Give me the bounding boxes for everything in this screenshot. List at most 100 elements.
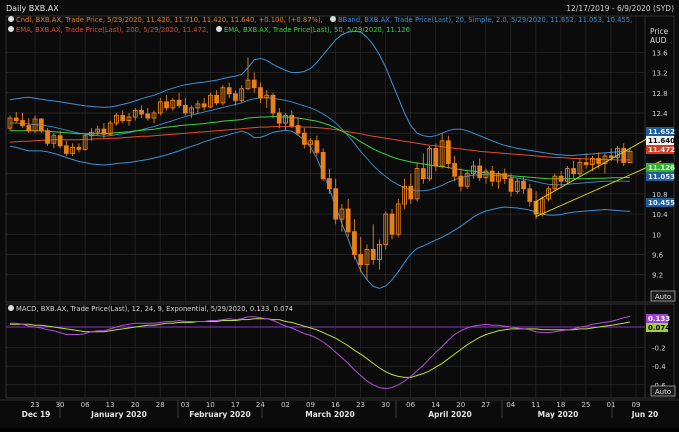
candle-down [76,146,82,150]
x-tick-label: 03 [181,401,190,409]
price-badge-label: 10.455 [648,199,675,207]
x-tick-label: 09 [306,401,315,409]
x-tick-label: 09 [632,401,641,409]
x-tick-label: 11 [531,401,540,409]
x-month-label: Dec 19 [22,410,51,419]
candle-down [389,213,395,235]
x-tick-label: 10 [206,401,215,409]
candle-down [477,165,483,179]
date-range: 12/17/2019 - 6/9/2020 (SYD) [566,4,674,13]
candle-down [571,168,577,175]
price-tick-label: 10.4 [652,211,668,219]
candle-down [458,175,464,187]
candle-down [226,87,232,95]
price-tick-label: 10 [652,231,661,239]
price-tick-label: 12.4 [652,110,668,118]
x-month-label: March 2020 [305,410,355,419]
candle-down [120,115,126,122]
candle-down [164,101,169,109]
candle-down [596,158,602,164]
candle-down [45,130,50,144]
macd-badge-label: 0.074 [648,324,670,332]
candle-down [289,115,295,127]
auto-button-main[interactable]: Auto [650,290,676,302]
candle-down [63,145,69,154]
macd-tick-label: -0.2 [652,345,666,353]
candle-down [233,93,238,101]
candle-down [20,120,25,127]
price-badge-label: 11.053 [648,173,675,181]
price-tick-label: 9.6 [652,252,664,260]
candle-down [433,147,439,167]
legend-item: Cndl, BXB.AX, Trade Price, 5/29/2020, 11… [16,16,323,24]
x-tick-label: 06 [406,401,415,409]
candle-down [26,125,32,132]
macd-legend-item: MACD, BXB.AX, Trade Price(Last), 12, 24,… [16,305,293,313]
candle-down [101,128,107,135]
legend-settings-icon [330,16,336,22]
x-tick-label: 04 [506,401,515,409]
macd-badge-label: 0.133 [648,315,670,323]
x-tick-label: 02 [281,401,290,409]
chart-window: 23 30 06 13 20 28 03 10 17 24 02 09 16 23 30 06 14 20 27 04… [0,0,679,428]
price-tick-label: 9.2 [652,272,663,280]
candle-down [502,173,508,180]
x-month-label: February 2020 [189,410,250,419]
candle-down [452,163,458,177]
x-tick-label: 23 [356,401,365,409]
x-tick-label: 25 [581,401,590,409]
candle-down [270,94,276,114]
legend-item: EMA, BXB.AX, Trade Price(Last), 50, 5/29… [224,26,410,34]
candle-down [521,180,526,190]
x-tick-label: 06 [81,401,90,409]
price-tick-label: 13.2 [652,70,668,78]
price-badge-label: 11.126 [648,164,675,172]
candle-down [145,113,151,119]
x-tick-label: 30 [381,401,390,409]
candle-down [583,162,589,165]
legend-item: EMA, BXB.AX, Trade Price(Last), 200, 5/2… [16,26,208,34]
candle-down [320,151,326,180]
candle-down [314,140,320,153]
candle-down [327,178,332,190]
x-tick-label: 01 [606,401,615,409]
legend-settings-icon [8,26,14,32]
legend-settings-icon [8,305,14,311]
legend-settings-icon [8,16,14,22]
price-badge-label: 11.472 [648,146,675,154]
auto-label-macd: Auto [655,388,671,396]
candle-down [38,118,44,132]
chart-title: Daily BXB.AX [6,4,59,13]
candle-down [527,188,533,202]
macd-tick-label: -0.4 [652,363,666,371]
auto-label-main: Auto [655,293,671,301]
x-month-label: April 2020 [428,410,472,419]
candle-down [13,117,19,122]
x-tick-label: 16 [331,401,340,409]
x-tick-label: 27 [481,401,490,409]
x-month-label: January 2020 [90,410,147,419]
candle-down [420,168,426,180]
x-tick-label: 23 [31,401,40,409]
candle-down [370,249,376,261]
price-tick-label: 10.8 [652,191,668,199]
price-badge-label: 11.640 [648,137,675,145]
candle-down [214,94,220,104]
legend-item: BBand, BXB.AX, Trade Price(Last), 20, Si… [338,16,632,24]
candle-down [445,140,451,164]
x-tick-label: 20 [131,401,140,409]
candle-down [201,103,207,108]
candle-down [251,79,257,89]
candle-down [276,112,282,124]
price-axis-title: Price [650,27,669,36]
candle-down [408,185,414,200]
candle-down [345,208,351,233]
candle-down [358,254,364,266]
candle-down [258,87,263,99]
x-month-label: May 2020 [538,410,579,419]
chart-svg: 23 30 06 13 20 28 03 10 17 24 02 09 16 23 30 06 14 20 27 04… [0,0,679,428]
auto-button-macd[interactable]: Auto [650,385,676,397]
candle-down [333,188,339,220]
price-axis-unit: AUD [650,36,667,45]
candle-down [57,135,63,147]
